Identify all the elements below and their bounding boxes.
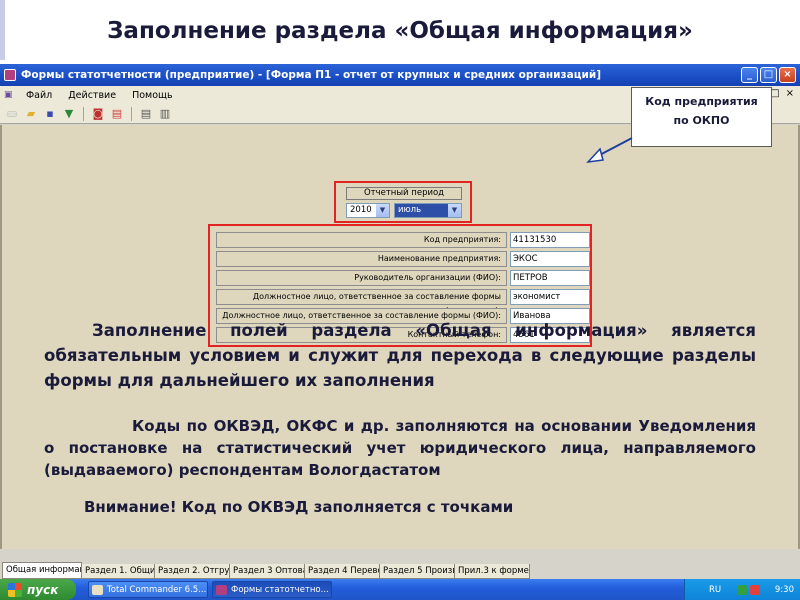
system-tray: RU 9:30 bbox=[684, 579, 800, 600]
form-row: Наименование предприятия: ЭКОС bbox=[216, 251, 590, 267]
month-value: июль bbox=[398, 205, 422, 215]
document-red-icon[interactable]: ▤ bbox=[109, 106, 125, 121]
document-icon: ▣ bbox=[4, 90, 13, 100]
responsible-name-field[interactable]: Иванова bbox=[510, 308, 590, 324]
period-label: Отчетный период bbox=[346, 187, 462, 200]
field-label: Код предприятия: bbox=[216, 232, 507, 248]
form-row: Код предприятия: 41131530 bbox=[216, 232, 590, 248]
field-label: Наименование предприятия: bbox=[216, 251, 507, 267]
callout-line-1: Код предприятия bbox=[645, 95, 758, 108]
form-workarea: Отчетный период 2010 ▼ июль ▼ Код предпр… bbox=[0, 125, 800, 549]
start-button[interactable]: пуск bbox=[0, 579, 76, 600]
save-disk-icon[interactable]: ▪ bbox=[42, 106, 58, 121]
minimize-button[interactable]: _ bbox=[741, 67, 758, 83]
enterprise-code-field[interactable]: 41131530 bbox=[510, 232, 590, 248]
slide-title: Заполнение раздела «Общая информация» bbox=[107, 18, 693, 44]
responsible-position-field[interactable]: экономист bbox=[510, 289, 590, 305]
tab-section-2[interactable]: Раздел 2. Отгружен bbox=[154, 564, 230, 579]
field-label: Контактный телефон: bbox=[216, 327, 507, 343]
enterprise-name-field[interactable]: ЭКОС bbox=[510, 251, 590, 267]
okpo-callout: Код предприятия по ОКПО bbox=[631, 87, 772, 147]
print-icon[interactable]: ◙ bbox=[90, 106, 106, 121]
tray-app-icon[interactable] bbox=[736, 584, 747, 595]
new-document-icon[interactable]: ▭ bbox=[4, 106, 20, 121]
document-list-icon[interactable]: ▤ bbox=[138, 106, 154, 121]
taskbar: пуск Total Commander 6.5... Формы статот… bbox=[0, 579, 800, 600]
toolbar-separator bbox=[83, 106, 84, 121]
general-info-highlight: Код предприятия: 41131530 Наименование п… bbox=[208, 224, 592, 347]
language-indicator[interactable]: RU bbox=[709, 585, 721, 595]
menu-item-file[interactable]: Файл bbox=[26, 90, 52, 101]
chevron-down-icon[interactable]: ▼ bbox=[448, 204, 461, 217]
app-icon bbox=[4, 69, 16, 81]
tab-appendix-3[interactable]: Прил.3 к форме П bbox=[454, 564, 530, 579]
field-label: Должностное лицо, ответственное за соста… bbox=[216, 308, 507, 324]
year-value: 2010 bbox=[350, 205, 372, 215]
tab-general-info[interactable]: Общая информаци bbox=[2, 562, 82, 579]
phone-field[interactable]: 4561 bbox=[510, 327, 590, 343]
menu-item-help[interactable]: Помощь bbox=[132, 90, 172, 101]
clock: 9:30 bbox=[774, 584, 794, 595]
menu-item-action[interactable]: Действие bbox=[68, 90, 116, 101]
close-button[interactable]: × bbox=[779, 67, 796, 83]
form-row: Руководитель организации (ФИО): ПЕТРОВ bbox=[216, 270, 590, 286]
taskbar-item-stat-forms[interactable]: Формы статотчетно... bbox=[212, 581, 332, 598]
tab-section-5[interactable]: Раздел 5 Произво bbox=[379, 564, 455, 579]
document-list2-icon[interactable]: ▥ bbox=[157, 106, 173, 121]
task-label: Total Commander 6.5... bbox=[107, 585, 207, 595]
sheet-tab-bar: Общая информаци Раздел 1. Общие с Раздел… bbox=[0, 561, 800, 579]
open-folder-icon[interactable]: ▰ bbox=[23, 106, 39, 121]
tab-section-3[interactable]: Раздел 3 Оптовая bbox=[229, 564, 305, 579]
stat-forms-icon bbox=[216, 585, 227, 595]
field-label: Должностное лицо, ответственное за соста… bbox=[216, 289, 507, 315]
total-commander-icon bbox=[92, 585, 103, 595]
chevron-down-icon[interactable]: ▼ bbox=[376, 204, 389, 217]
month-select[interactable]: июль ▼ bbox=[394, 203, 462, 218]
director-name-field[interactable]: ПЕТРОВ bbox=[510, 270, 590, 286]
form-row: Должностное лицо, ответственное за соста… bbox=[216, 289, 590, 315]
tab-section-4[interactable]: Раздел 4 Перевозк bbox=[304, 564, 380, 579]
tab-section-1[interactable]: Раздел 1. Общие с bbox=[81, 564, 155, 579]
start-label: пуск bbox=[27, 582, 59, 597]
maximize-button[interactable]: □ bbox=[760, 67, 777, 83]
mdi-close-button[interactable]: × bbox=[786, 88, 794, 99]
form-row: Контактный телефон: 4561 bbox=[216, 327, 590, 343]
toolbar-separator bbox=[131, 106, 132, 121]
window-titlebar[interactable]: Формы статотчетности (предприятие) - [Фо… bbox=[0, 64, 800, 86]
form-row: Должностное лицо, ответственное за соста… bbox=[216, 308, 590, 324]
window-title: Формы статотчетности (предприятие) - [Фо… bbox=[21, 69, 601, 81]
field-label: Руководитель организации (ФИО): bbox=[216, 270, 507, 286]
taskbar-item-total-commander[interactable]: Total Commander 6.5... bbox=[88, 581, 208, 598]
period-highlight: Отчетный период 2010 ▼ июль ▼ bbox=[334, 181, 472, 223]
filter-icon[interactable]: ▼ bbox=[61, 106, 77, 121]
year-select[interactable]: 2010 ▼ bbox=[346, 203, 390, 218]
tray-antivirus-icon[interactable] bbox=[749, 584, 760, 595]
task-label: Формы статотчетно... bbox=[231, 585, 329, 595]
windows-logo-icon bbox=[8, 582, 22, 597]
callout-line-2: по ОКПО bbox=[673, 114, 730, 127]
